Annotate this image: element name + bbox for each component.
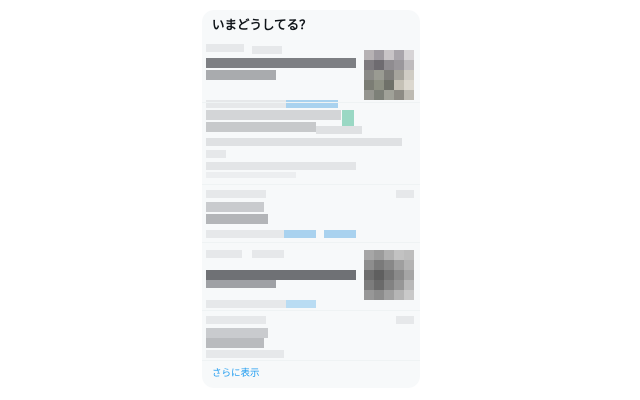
show-more-link[interactable]: さらに表示 [212, 367, 260, 381]
trend-item[interactable] [202, 106, 420, 182]
trend-link-blurred [324, 230, 356, 238]
trend-topic-blurred [206, 214, 268, 224]
divider [202, 310, 420, 311]
trend-item[interactable] [202, 188, 420, 242]
trend-meta-blurred [252, 46, 282, 54]
trend-headline-blurred [206, 58, 356, 68]
trend-snippet-blurred [206, 138, 402, 146]
trend-topic-blurred [206, 338, 264, 348]
trend-meta-blurred [206, 316, 266, 324]
trend-item[interactable] [202, 314, 420, 360]
trend-meta-blurred [252, 250, 284, 258]
news-thumbnail [364, 50, 414, 100]
divider [202, 360, 420, 361]
trend-item[interactable] [202, 40, 420, 108]
trend-meta-blurred [206, 250, 242, 258]
trend-meta-blurred [206, 190, 266, 198]
trend-meta-blurred [206, 44, 244, 52]
panel-title: いまどうしてる？ [212, 17, 312, 32]
trend-headline-blurred [316, 126, 362, 134]
trend-snippet-blurred [206, 150, 226, 158]
trend-headline-blurred [206, 280, 276, 288]
trend-more-blurred [396, 316, 414, 324]
divider [202, 102, 420, 103]
trend-meta-blurred [206, 350, 284, 358]
trend-snippet-blurred [206, 172, 296, 178]
whats-happening-panel: いまどうしてる？ さらに表示 [202, 10, 420, 388]
trend-snippet-blurred [206, 162, 356, 170]
divider [202, 184, 420, 185]
trend-meta-blurred [206, 230, 284, 238]
news-thumbnail [364, 250, 414, 300]
trend-item[interactable] [202, 246, 420, 310]
divider [202, 242, 420, 243]
trend-headline-blurred [206, 70, 276, 80]
trend-more-blurred [396, 190, 414, 198]
trend-meta-blurred [206, 300, 286, 308]
trend-link-blurred [286, 300, 316, 308]
trend-headline-blurred [206, 122, 316, 132]
trend-headline-blurred [206, 270, 356, 280]
trend-topic-blurred [206, 202, 264, 212]
trend-link-blurred [284, 230, 316, 238]
trend-topic-blurred [206, 328, 268, 338]
trend-headline-blurred [206, 110, 341, 120]
